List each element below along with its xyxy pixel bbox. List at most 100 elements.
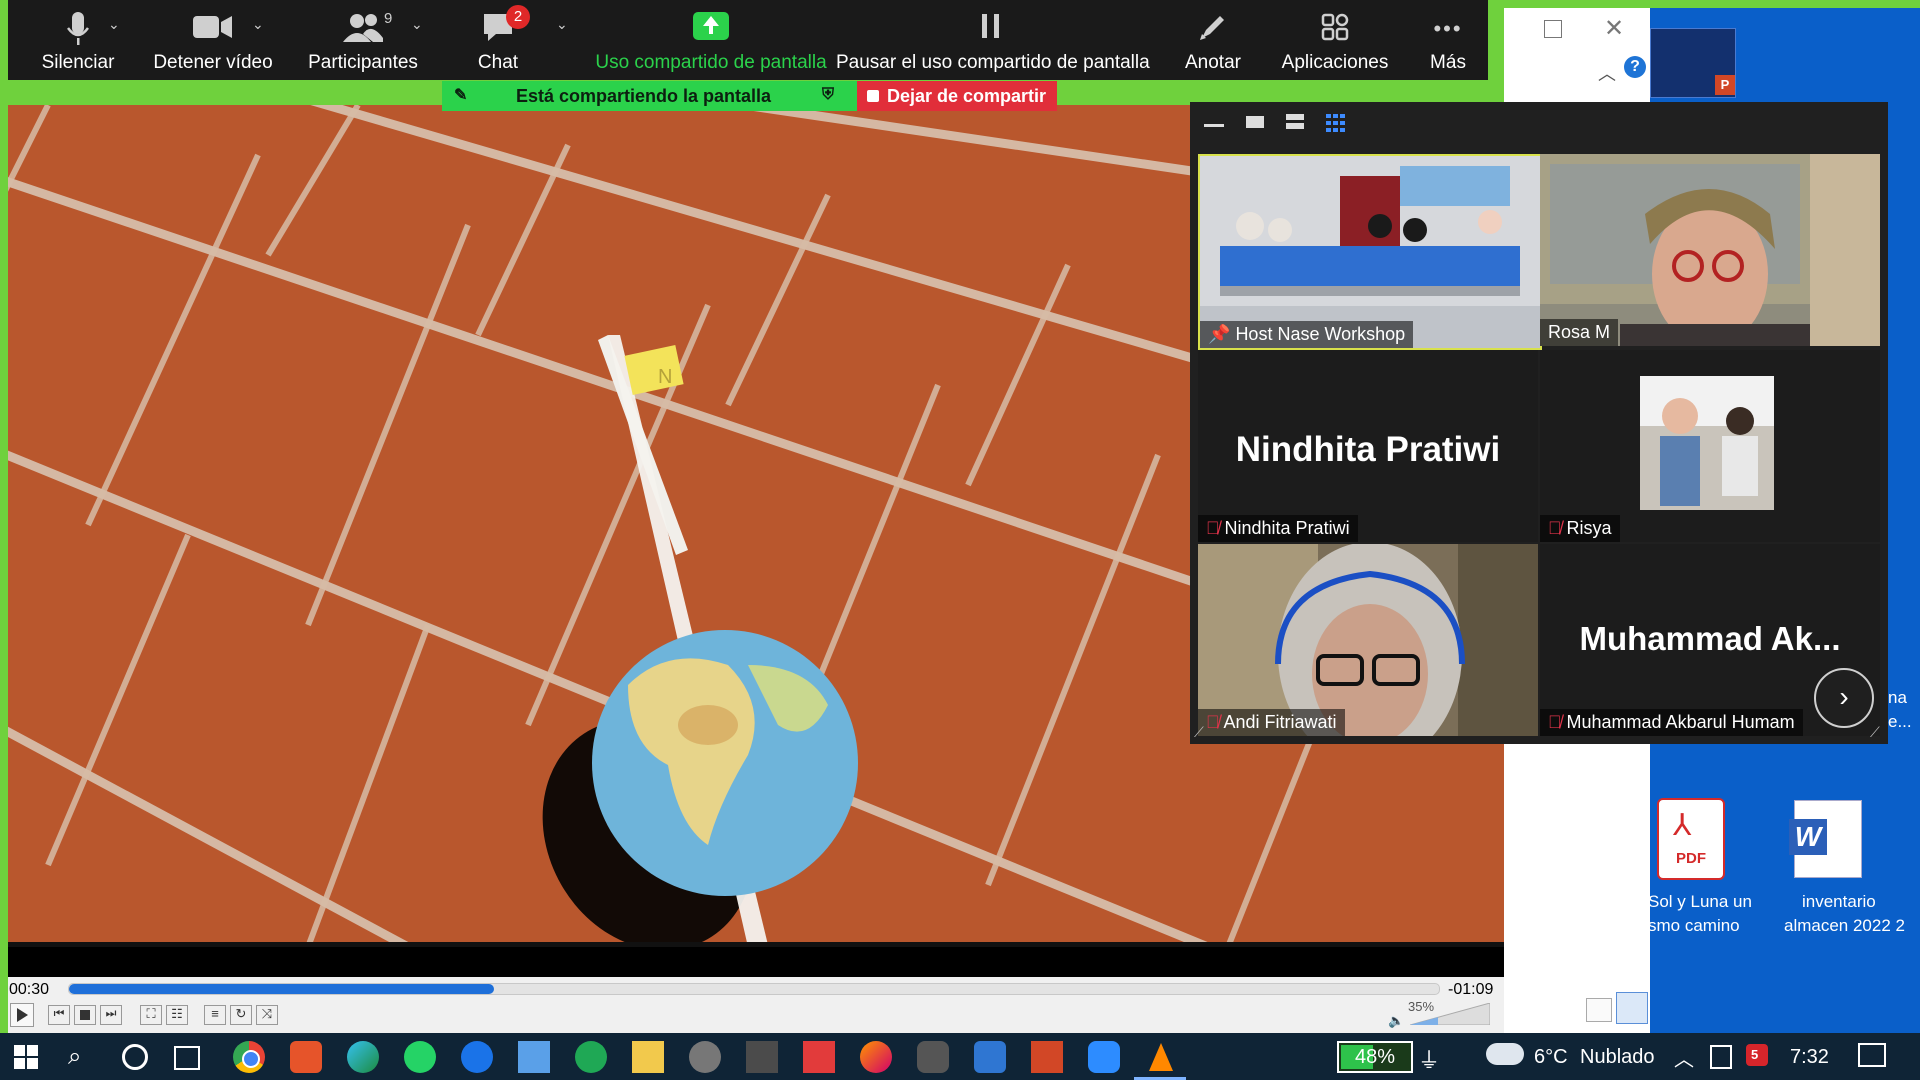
seek-bar[interactable] [68,983,1440,995]
app-icon-dark[interactable] [746,1041,778,1073]
maximize-icon[interactable] [1544,20,1562,38]
chrome-icon[interactable] [233,1041,265,1073]
resize-handle-right-icon[interactable]: ⟋ [1870,724,1880,741]
video-tile-muhammad[interactable]: Muhammad Ak... 🎙̸ Muhammad Akbarul Humam… [1540,544,1880,736]
app-icon-board[interactable] [518,1041,550,1073]
action-center-icon[interactable] [1858,1043,1886,1067]
random-button[interactable]: ⤨ [256,1005,278,1025]
power-plug-icon[interactable]: ⏚ [1418,1043,1440,1075]
vlc-icon[interactable] [1145,1041,1177,1073]
windows-start-icon[interactable] [14,1045,38,1069]
windows-taskbar: ⌕ 48% ⏚ 6°C Nublado ︿ 5 7:32 [0,1033,1920,1080]
stop-video-button[interactable]: Detener vídeo [138,0,288,80]
chevron-up-icon[interactable]: ︿ [1598,60,1616,86]
app-icon-gray[interactable] [689,1041,721,1073]
help-icon[interactable]: ? [1624,56,1646,78]
stop-button[interactable] [74,1005,96,1025]
next-button[interactable]: ⏭ [100,1005,122,1025]
participant-big-name: Nindhita Pratiwi [1235,430,1501,469]
tray-app-icon[interactable] [1710,1045,1732,1069]
gallery-view-icon[interactable] [1326,114,1346,132]
volume-slider[interactable] [1409,1002,1491,1026]
share-arrow-icon [693,12,729,40]
file-explorer-icon[interactable] [632,1041,664,1073]
mic-muted-icon: 🎙̸ [1206,712,1220,732]
classroom-video [1200,156,1540,348]
chat-options-chevron-icon[interactable]: ⌄ [556,16,568,33]
view-thumbnail-icon[interactable] [1616,992,1648,1024]
sticky-note-letter: N [658,366,672,388]
strip-view-icon[interactable] [1286,114,1304,130]
search-icon[interactable]: ⌕ [68,1043,81,1071]
pdf-to-jpg-icon[interactable] [803,1041,835,1073]
battery-indicator[interactable]: 48% [1337,1041,1413,1073]
pause-share-label: Pausar el uso compartido de pantalla [836,52,1150,73]
resize-handle-left-icon[interactable]: ⟋ [1194,724,1204,741]
loop-button[interactable]: ↻ [230,1005,252,1025]
fullscreen-button[interactable]: ⛶ [140,1005,162,1025]
mic-muted-icon: 🎙̸ [1548,712,1562,732]
video-tile-risya[interactable]: 🎙̸ Risya [1540,350,1880,542]
pdf-type-text: PDF [1676,850,1706,867]
minimize-icon[interactable] [1204,124,1224,127]
video-tile-nindhita[interactable]: Nindhita Pratiwi 🎙̸ Nindhita Pratiwi [1198,350,1538,542]
chat-button[interactable]: 2 Chat [448,0,548,80]
participant-big-name: Muhammad Ak... [1579,620,1841,657]
drag-handle-icon[interactable]: ✎ [454,85,467,105]
app-icon-orange[interactable] [290,1041,322,1073]
more-dots-icon: ••• [1433,16,1463,41]
presentation-thumbnail[interactable]: P [1650,28,1736,98]
participant-name: Rosa M [1548,322,1611,342]
mute-options-chevron-icon[interactable]: ⌄ [108,16,120,33]
time-elapsed: 00:30 [9,981,50,998]
desktop-icon-pdf[interactable]: ⅄ PDF Sol y Luna un smo camino [1648,788,1760,938]
chat-label: Chat [477,52,519,73]
view-list-icon[interactable] [1586,998,1612,1022]
video-tile-rosa[interactable]: Rosa M [1540,154,1880,346]
mute-button[interactable]: Silenciar [18,0,138,80]
participant-gallery: 📌 Host Nase Workshop Rosa M Nindhita Pra… [1190,102,1888,744]
more-button[interactable]: ••• Más [1408,0,1488,80]
cortana-icon[interactable] [122,1044,148,1070]
mute-label: Silenciar [41,52,115,73]
playlist-button[interactable]: ≡ [204,1005,226,1025]
zoom-taskbar-icon[interactable] [1088,1041,1120,1073]
firefox-icon[interactable] [860,1041,892,1073]
pause-share-button[interactable]: Pausar el uso compartido de pantalla [836,0,1150,80]
desktop-partial-text-2: e... [1888,712,1912,731]
apps-button[interactable]: Aplicaciones [1270,0,1400,80]
desktop-partial-text-1: na [1888,688,1907,707]
previous-button[interactable]: ⏮ [48,1005,70,1025]
cloud-weather-icon[interactable] [1486,1043,1524,1065]
teamviewer-icon[interactable] [461,1041,493,1073]
participants-button[interactable]: 9 Participantes [298,0,428,80]
app-icon-mouse[interactable] [917,1041,949,1073]
sharing-status-banner[interactable]: ✎ Está compartiendo la pantalla ⛨ [442,81,857,111]
desktop-icon-label: inventario [1802,892,1876,911]
whatsapp-icon[interactable] [404,1041,436,1073]
next-page-button[interactable]: › [1814,668,1874,728]
participant-name-tag: 📌 Host Nase Workshop [1200,321,1414,348]
speaker-view-icon[interactable] [1246,116,1264,128]
task-view-icon[interactable] [174,1046,200,1070]
speaker-icon[interactable]: 🔈 [1388,1013,1404,1029]
annotate-button[interactable]: Anotar [1168,0,1258,80]
tray-chevron-up-icon[interactable]: ︿ [1674,1043,1694,1072]
edge-icon[interactable] [347,1041,379,1073]
extended-settings-button[interactable]: ☷ [166,1005,188,1025]
video-tile-andi[interactable]: 🎙̸ Andi Fitriawati [1198,544,1538,736]
app-icon-blue[interactable] [974,1041,1006,1073]
tray-notification-app-icon[interactable]: 5 [1746,1044,1768,1066]
play-button[interactable] [10,1003,34,1027]
stop-sharing-button[interactable]: Dejar de compartir [857,81,1057,111]
participants-options-chevron-icon[interactable]: ⌄ [411,16,423,33]
share-screen-button[interactable]: Uso compartido de pantalla [586,0,836,80]
stop-square-icon [867,90,879,102]
video-tile-host[interactable]: 📌 Host Nase Workshop [1198,154,1542,350]
close-icon[interactable]: ✕ [1604,14,1624,43]
video-options-chevron-icon[interactable]: ⌄ [252,16,264,33]
clock-time[interactable]: 7:32 [1790,1046,1829,1069]
powerpoint-taskbar-icon[interactable] [1031,1041,1063,1073]
desktop-icon-word[interactable]: W inventario almacen 2022 2 [1762,788,1912,938]
app-icon-green[interactable] [575,1041,607,1073]
